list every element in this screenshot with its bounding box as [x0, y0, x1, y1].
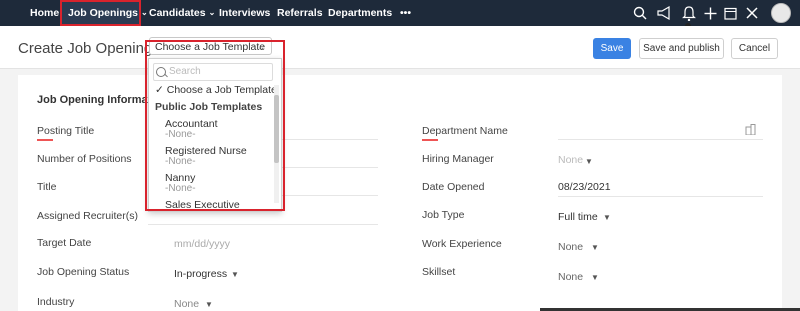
industry-label: Industry — [37, 296, 75, 308]
template-option-sales-executive[interactable]: Sales Executive — [165, 199, 240, 211]
job-template-select-value: Choose a Job Template — [155, 41, 266, 53]
dropdown-scroll-thumb[interactable] — [274, 95, 279, 163]
date-opened-label: Date Opened — [422, 181, 485, 193]
megaphone-icon[interactable] — [655, 4, 673, 22]
department-name-label: Department Name — [422, 125, 508, 137]
chevron-down-icon: ▼ — [591, 273, 599, 282]
mandatory-indicator — [37, 139, 53, 141]
avatar[interactable] — [771, 3, 791, 23]
industry-field[interactable]: None — [174, 298, 199, 310]
nav-more[interactable]: ••• — [400, 0, 411, 26]
job-type-label: Job Type — [422, 209, 465, 221]
hiring-manager-label: Hiring Manager — [422, 153, 494, 165]
target-date-label: Target Date — [37, 237, 92, 249]
nav-home[interactable]: Home — [30, 0, 59, 26]
template-option-selected[interactable]: ✓ Choose a Job Template — [155, 84, 277, 96]
cancel-button[interactable]: Cancel — [731, 38, 778, 59]
nav-interviews[interactable]: Interviews — [219, 0, 270, 26]
nav-job-openings[interactable]: Job Openings ⌄ — [68, 0, 148, 26]
date-opened-field[interactable]: 08/23/2021 — [558, 181, 611, 193]
top-nav-bar: Home Job Openings ⌄ Candidates ⌄ Interview… — [0, 0, 800, 26]
chevron-down-icon: ▼ — [603, 213, 611, 222]
chevron-down-icon: ⌄ — [141, 8, 148, 18]
chevron-down-icon: ▼ — [591, 243, 599, 252]
skillset-field[interactable]: None — [558, 271, 583, 283]
job-template-dropdown: Search ✓ Choose a Job Template Public Jo… — [148, 58, 282, 212]
target-date-field[interactable]: mm/dd/yyyy — [174, 238, 230, 250]
plus-icon[interactable] — [701, 4, 719, 22]
save-and-publish-button[interactable]: Save and publish — [639, 38, 724, 59]
chevron-down-icon: ▼ — [205, 300, 213, 309]
nav-candidates[interactable]: Candidates ⌄ — [149, 0, 215, 26]
template-option-sub: -None- — [165, 183, 196, 194]
chevron-down-icon: ▼ — [585, 157, 593, 166]
job-opening-status-label: Job Opening Status — [37, 266, 130, 278]
posting-title-label: Posting Title — [37, 125, 95, 137]
tools-icon[interactable] — [743, 4, 761, 22]
skillset-label: Skillset — [422, 266, 456, 278]
nav-referrals[interactable]: Referrals — [277, 0, 323, 26]
chevron-down-icon: ⌄ — [257, 42, 265, 52]
calendar-icon[interactable] — [721, 4, 739, 22]
chevron-down-icon: ⌄ — [208, 8, 216, 18]
job-template-select[interactable]: Choose a Job Template ⌄ — [149, 37, 272, 55]
nav-job-openings-label: Job Openings — [68, 7, 139, 19]
mandatory-indicator — [422, 139, 438, 141]
date-opened-underline — [558, 196, 763, 197]
job-opening-status-field[interactable]: In-progress — [174, 268, 227, 280]
template-option-sub: -None- — [165, 129, 196, 140]
template-group-label: Public Job Templates — [155, 101, 263, 113]
title-label: Title — [37, 181, 57, 193]
template-search-placeholder: Search — [169, 66, 201, 77]
hiring-manager-field[interactable]: None — [558, 154, 583, 166]
template-option-label: Choose a Job Template — [166, 84, 277, 96]
form-panel — [18, 75, 782, 311]
assigned-recruiters-label: Assigned Recruiter(s) — [37, 210, 138, 222]
nav-departments[interactable]: Departments — [328, 0, 392, 26]
page-header: Create Job Opening - Choose a Job Templa… — [0, 26, 800, 69]
chevron-down-icon: ▼ — [231, 270, 239, 279]
department-name-field[interactable] — [558, 139, 763, 140]
nav-candidates-label: Candidates — [149, 7, 206, 19]
search-icon — [156, 67, 166, 77]
template-option-sub: -None- — [165, 156, 196, 167]
work-experience-field[interactable]: None — [558, 241, 583, 253]
job-type-field[interactable]: Full time — [558, 211, 598, 223]
work-experience-label: Work Experience — [422, 238, 502, 250]
assigned-recruiters-field[interactable] — [148, 224, 378, 225]
bell-icon[interactable] — [680, 4, 698, 22]
number-of-positions-label: Number of Positions — [37, 153, 132, 165]
check-icon: ✓ — [155, 84, 164, 96]
template-search-input[interactable]: Search — [153, 63, 273, 81]
building-icon[interactable] — [745, 124, 756, 138]
save-button[interactable]: Save — [593, 38, 631, 59]
search-icon[interactable] — [631, 4, 649, 22]
page-title: Create Job Opening - — [18, 40, 162, 57]
